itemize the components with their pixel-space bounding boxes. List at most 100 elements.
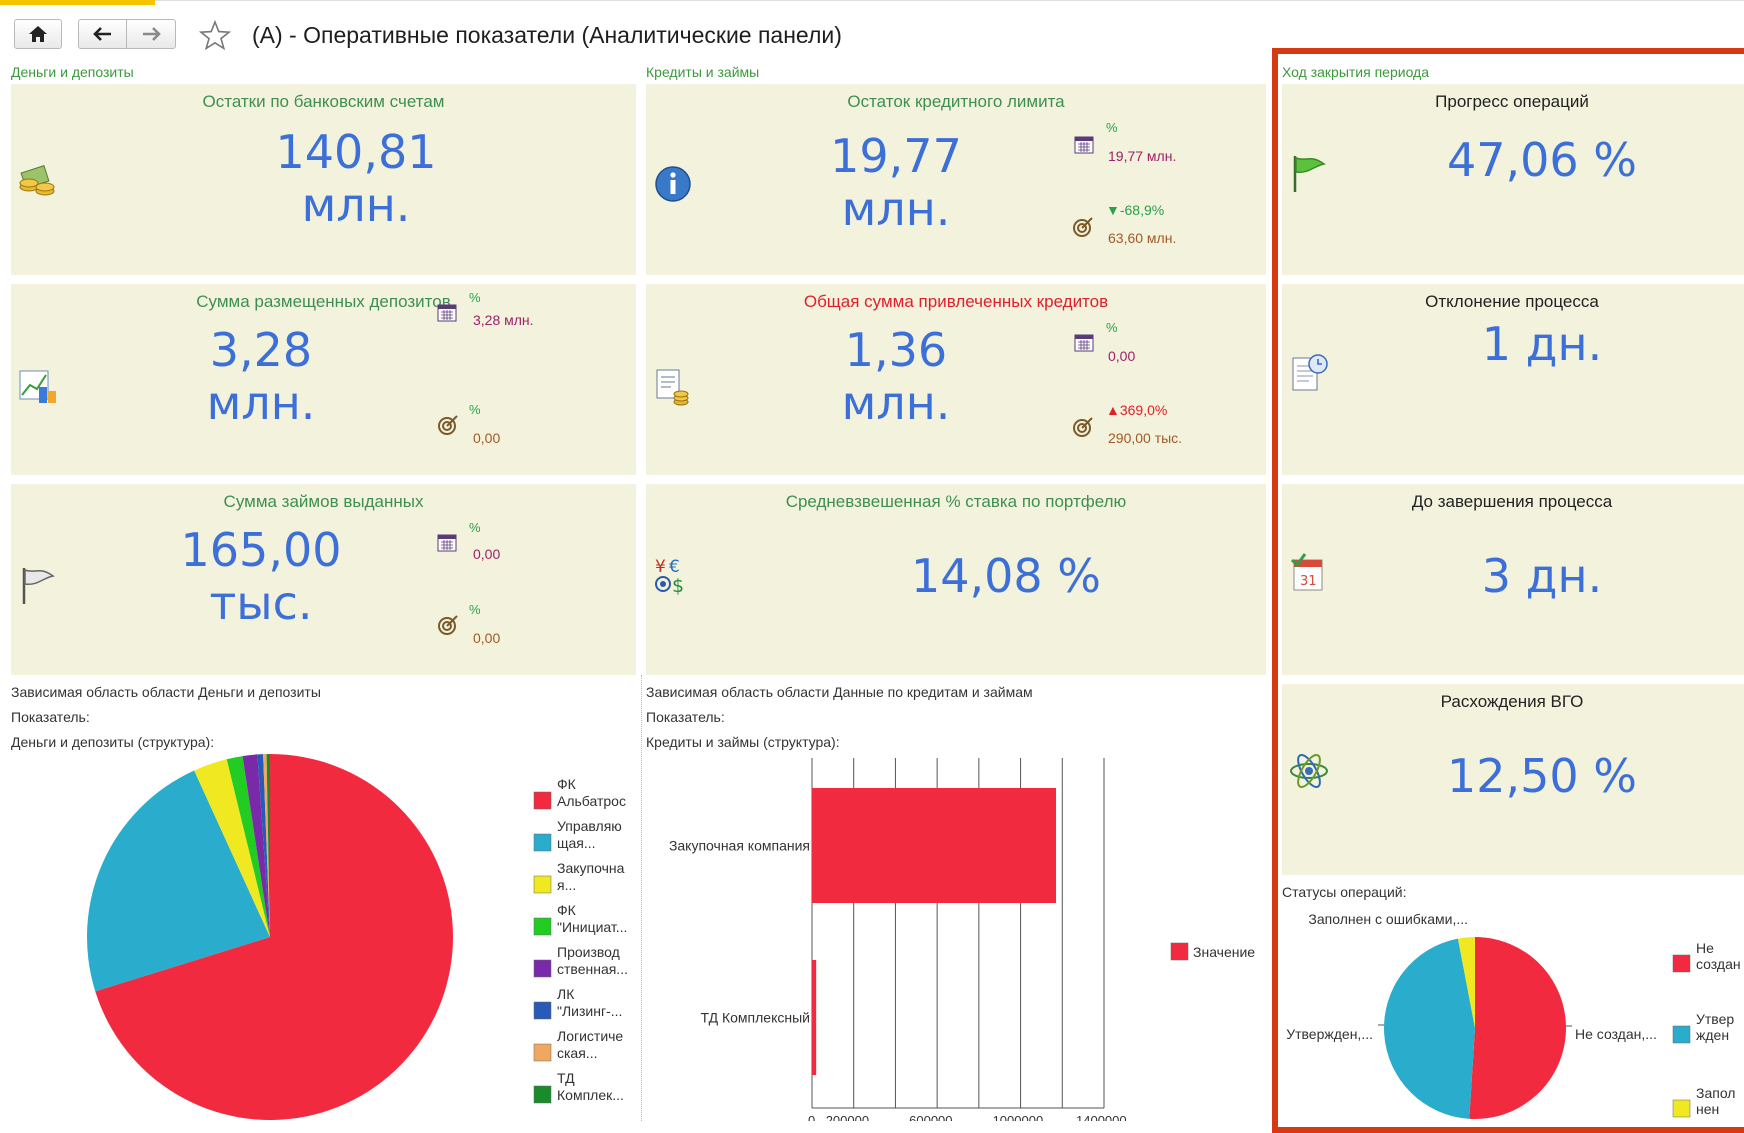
calendar-icon[interactable] — [1074, 332, 1094, 352]
legend-label: ФК "Инициат... — [557, 902, 627, 935]
x-tick-label: 600000 — [909, 1113, 952, 1121]
money-detail-header: Зависимая область области Деньги и депоз… — [11, 684, 321, 700]
legend-swatch — [533, 1001, 552, 1020]
bar[interactable] — [812, 788, 1057, 903]
group-label-credits[interactable]: Кредиты и займы — [646, 64, 759, 80]
panel-title: Остатки по банковским счетам — [202, 92, 445, 111]
panel-title: Сумма займов выданных — [223, 492, 424, 511]
x-tick-label: 200000 — [826, 1113, 869, 1121]
target-icon[interactable] — [1072, 416, 1094, 438]
deposits-unit: млн. — [206, 376, 316, 431]
loans-plan-pct: % — [469, 520, 481, 535]
highlight-frame — [1272, 48, 1744, 1133]
svg-text:¥: ¥ — [655, 557, 666, 577]
flag-icon — [22, 568, 55, 604]
legend-swatch — [533, 875, 552, 894]
limit-plan-pct: % — [1106, 120, 1118, 135]
forward-button[interactable] — [126, 19, 176, 49]
total-unit: млн. — [841, 376, 951, 431]
loans-target-pct: % — [469, 602, 481, 617]
splitter[interactable] — [641, 675, 643, 1121]
page-title: (А) - Оперативные показатели (Аналитичес… — [252, 22, 842, 48]
panel-title: Общая сумма привлеченных кредитов — [803, 292, 1109, 311]
panel-title: Сумма размещенных депозитов — [196, 292, 451, 311]
panel-deposits[interactable]: Сумма размещенных депозитов 3,28 млн. % … — [11, 284, 636, 475]
total-target-pct: ▲369,0% — [1106, 402, 1168, 418]
deposits-target-value: 0,00 — [473, 430, 501, 446]
credits-detail-indicator: Показатель: — [646, 709, 725, 725]
calendar-icon[interactable] — [437, 302, 457, 322]
document-icon — [656, 369, 689, 406]
calendar-icon[interactable] — [437, 532, 457, 552]
limit-unit: млн. — [841, 182, 951, 237]
total-plan-value: 0,00 — [1108, 348, 1136, 364]
bank-unit: млн. — [301, 178, 411, 233]
star-icon — [198, 19, 232, 51]
total-value: 1,36 — [844, 323, 948, 377]
target-icon[interactable] — [437, 614, 459, 636]
panel-total-credits[interactable]: Общая сумма привлеченных кредитов 1,36 м… — [646, 284, 1266, 475]
panel-credit-limit[interactable]: Остаток кредитного лимита 19,77 млн. % 1… — [646, 84, 1266, 275]
legend-swatch — [533, 959, 552, 978]
back-button[interactable] — [78, 19, 126, 49]
svg-text:€: € — [669, 557, 680, 577]
total-target-value: 290,00 тыс. — [1108, 430, 1183, 446]
panel-title: Средневзвешенная % ставка по портфелю — [785, 492, 1127, 511]
chart-icon — [19, 370, 56, 403]
currency-icon: ¥ € $ — [655, 557, 684, 597]
legend-swatch — [533, 791, 552, 810]
panel-title: Остаток кредитного лимита — [847, 92, 1065, 111]
total-plan-pct: % — [1106, 320, 1118, 335]
bar[interactable] — [812, 960, 817, 1075]
deposits-target-pct: % — [469, 402, 481, 417]
limit-target-value: 63,60 млн. — [1108, 230, 1177, 246]
top-accent-bar — [0, 0, 155, 5]
x-tick-label: 0 — [808, 1113, 815, 1121]
category-label: ТД Комплексный — [701, 1010, 810, 1026]
info-icon — [655, 166, 691, 202]
loans-value: 165,00 — [180, 523, 342, 577]
x-tick-label: 1000000 — [993, 1113, 1044, 1121]
panel-loans-issued[interactable]: Сумма займов выданных 165,00 тыс. % 0,00… — [11, 484, 636, 675]
target-icon[interactable] — [1072, 216, 1094, 238]
legend-label: Производ ственная... — [557, 944, 628, 977]
panel-bank-balances[interactable]: Остатки по банковским счетам 140,81 млн. — [11, 84, 636, 275]
x-tick-label: 1400000 — [1076, 1113, 1127, 1121]
loans-target-value: 0,00 — [473, 630, 501, 646]
money-detail-structure: Деньги и депозиты (структура): — [11, 734, 215, 750]
legend-label: Значение — [1193, 944, 1255, 960]
loans-plan-value: 0,00 — [473, 546, 501, 562]
limit-value: 19,77 — [830, 129, 962, 183]
legend-swatch — [533, 1043, 552, 1062]
legend-label: ФК Альбатрос — [557, 776, 626, 809]
calendar-icon[interactable] — [1074, 134, 1094, 154]
limit-target-pct: ▼-68,9% — [1106, 202, 1165, 218]
limit-plan-value: 19,77 млн. — [1108, 148, 1177, 164]
deposits-value: 3,28 — [209, 323, 313, 377]
money-detail-indicator: Показатель: — [11, 709, 90, 725]
category-label: Закупочная компания — [669, 838, 810, 854]
group-label-money[interactable]: Деньги и депозиты — [11, 64, 134, 80]
legend-label: Закупочна я... — [557, 860, 625, 893]
credits-structure-bar-chart[interactable]: 0 200000 600000 1000000 1400000 Закупочная ко… — [646, 750, 1272, 1121]
legend-label: ЛК "Лизинг-... — [557, 986, 622, 1019]
legend-swatch — [533, 917, 552, 936]
legend-swatch — [1170, 942, 1189, 961]
arrow-right-icon — [143, 27, 161, 41]
rate-value: 14,08 % — [910, 549, 1102, 603]
legend-label: Логистиче ская... — [557, 1028, 623, 1061]
credits-detail-structure: Кредиты и займы (структура): — [646, 734, 840, 750]
bank-value: 140,81 — [275, 125, 437, 179]
legend-label: ТД Комплек... — [557, 1070, 624, 1103]
target-icon[interactable] — [437, 414, 459, 436]
favorite-button[interactable] — [198, 19, 232, 55]
money-structure-pie-chart[interactable]: ФК Альбатрос Управляю щая... Закупочна я... ФК… — [0, 750, 640, 1121]
arrow-left-icon — [92, 27, 111, 41]
panel-weighted-rate[interactable]: Средневзвешенная % ставка по портфелю ¥ … — [646, 484, 1266, 675]
top-divider — [155, 0, 1744, 1]
home-button[interactable] — [14, 19, 62, 49]
loans-unit: тыс. — [209, 576, 313, 631]
home-icon — [29, 26, 47, 42]
deposits-plan-value: 3,28 млн. — [473, 312, 534, 328]
legend-label: Управляю щая... — [557, 818, 622, 851]
